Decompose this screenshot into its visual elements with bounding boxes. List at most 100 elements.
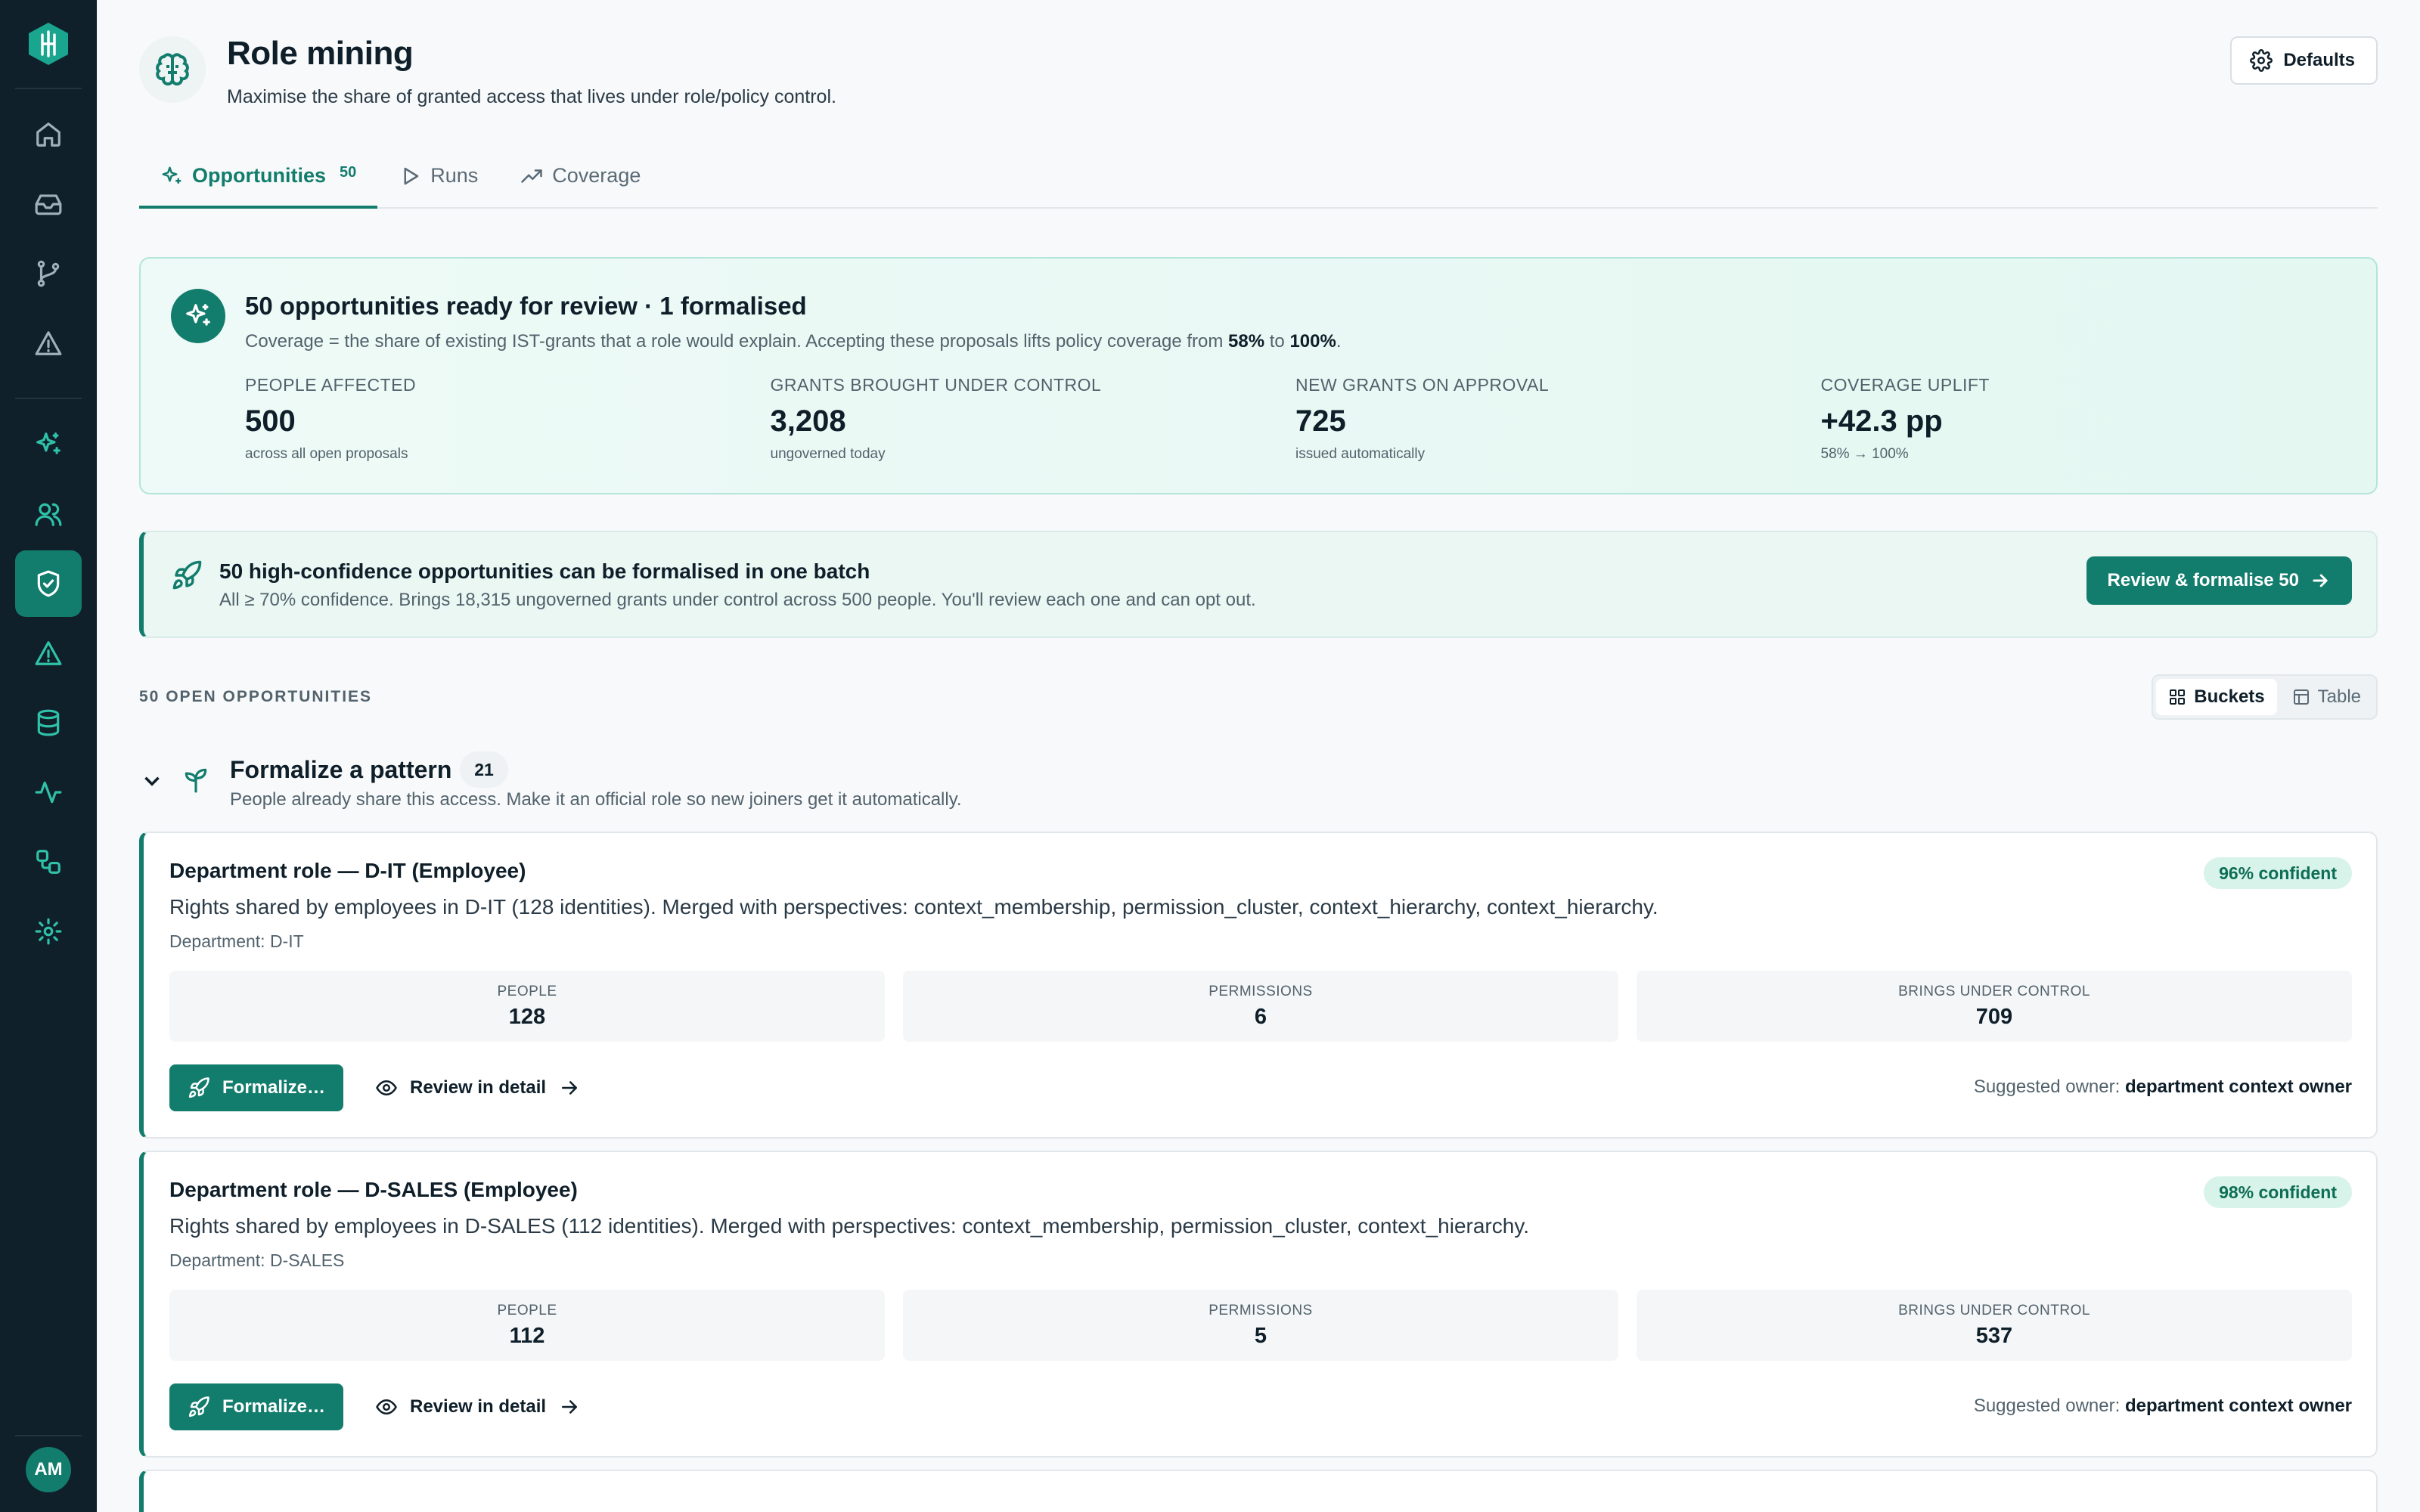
group-formalize-pattern[interactable]: Formalize a pattern 21 People already sh…: [139, 751, 2378, 815]
card-department: Department: D-SALES: [169, 1250, 345, 1270]
opportunity-card: Department role — D-IT (Employee) 96% co…: [139, 832, 2378, 1139]
sparkles-icon: [162, 166, 182, 184]
sidebar-item-insights[interactable]: [15, 411, 82, 478]
git-branch-icon: [37, 260, 60, 287]
summary-description: Coverage = the share of existing IST-gra…: [245, 331, 1342, 352]
formalize-button[interactable]: Formalize…: [169, 1064, 344, 1111]
tab-label: Runs: [430, 164, 479, 187]
suggested-owner: Suggested owner: department context owne…: [1973, 1077, 2352, 1097]
group-title: Formalize a pattern: [230, 756, 452, 783]
page-subtitle: Maximise the share of granted access tha…: [227, 86, 836, 107]
arrow-right-icon: [2313, 574, 2328, 587]
tab-opportunities[interactable]: Opportunities 50: [139, 164, 378, 209]
home-icon: [36, 122, 60, 147]
trending-up-icon: [521, 169, 543, 183]
metric-permissions: PERMISSIONS 6: [903, 971, 1618, 1042]
rocket-icon: [188, 1077, 209, 1098]
gear-icon: [2250, 49, 2273, 72]
view-table-button[interactable]: Table: [2280, 679, 2373, 715]
arrow-right-icon: [562, 1400, 578, 1414]
alert-triangle-icon: [35, 641, 62, 665]
stat-grants-under-control: GRANTS BROUGHT UNDER CONTROL 3,208 ungov…: [770, 375, 1102, 462]
batch-formalise-banner: 50 high-confidence opportunities can be …: [139, 531, 2378, 638]
metric-brings-under-control: BRINGS UNDER CONTROL 709: [1637, 971, 2352, 1042]
sidebar: AM: [0, 0, 97, 1512]
database-icon: [37, 709, 60, 736]
sidebar-divider: [15, 398, 82, 399]
stat-new-grants: NEW GRANTS ON APPROVAL 725 issued automa…: [1295, 375, 1550, 462]
rocket-icon: [171, 559, 203, 595]
summary-stats: PEOPLE AFFECTED 500 across all open prop…: [245, 375, 2346, 463]
app-logo[interactable]: [24, 20, 73, 68]
page-title: Role mining: [227, 35, 414, 72]
sparkles-icon: [171, 289, 225, 343]
users-icon: [35, 503, 62, 526]
coverage-summary-panel: 50 opportunities ready for review · 1 fo…: [139, 257, 2378, 494]
activity-icon: [35, 781, 62, 804]
settings-icon: [35, 918, 62, 945]
view-buckets-button[interactable]: Buckets: [2156, 679, 2277, 715]
sidebar-divider: [15, 1435, 82, 1436]
inbox-icon: [35, 194, 62, 215]
review-detail-link[interactable]: Review in detail: [375, 1064, 581, 1111]
tab-runs[interactable]: Runs: [377, 164, 499, 207]
sidebar-item-inbox[interactable]: [15, 171, 82, 237]
confidence-badge: 98% confident: [2204, 1176, 2352, 1208]
rocket-icon: [188, 1396, 209, 1418]
open-opportunities-header: 50 OPEN OPPORTUNITIES Buckets Table: [139, 674, 2378, 720]
card-description: Rights shared by employees in D-SALES (1…: [169, 1214, 1530, 1238]
suggested-owner: Suggested owner: department context owne…: [1973, 1396, 2352, 1416]
avatar[interactable]: AM: [26, 1447, 71, 1492]
sidebar-item-activity[interactable]: [15, 759, 82, 826]
eye-icon: [376, 1399, 397, 1414]
stat-people-affected: PEOPLE AFFECTED 500 across all open prop…: [245, 375, 417, 462]
defaults-label: Defaults: [2283, 50, 2355, 70]
opportunity-card: Department role — D-SALES (Employee) 98%…: [139, 1151, 2378, 1458]
tab-label: Opportunities: [192, 164, 326, 187]
sidebar-item-branches[interactable]: [15, 240, 82, 307]
grid-icon: [2170, 689, 2186, 705]
warning-icon: [35, 331, 62, 355]
sprout-icon: [185, 768, 207, 793]
page-header: Role mining Maximise the share of grante…: [139, 0, 2378, 129]
workflow-icon: [36, 850, 60, 874]
metric-people: PEOPLE 128: [169, 971, 885, 1042]
formalize-button[interactable]: Formalize…: [169, 1383, 344, 1430]
batch-title: 50 high-confidence opportunities can be …: [219, 559, 870, 583]
stat-coverage-uplift: COVERAGE UPLIFT +42.3 pp 58% → 100%: [1820, 375, 1990, 462]
batch-description: All ≥ 70% confidence. Brings 18,315 ungo…: [219, 590, 1256, 610]
card-department: Department: D-IT: [169, 931, 304, 951]
sidebar-divider: [15, 88, 82, 89]
play-icon: [404, 167, 419, 184]
tab-coverage[interactable]: Coverage: [499, 164, 662, 207]
group-count-badge: 21: [460, 751, 508, 788]
main-content: Role mining Maximise the share of grante…: [139, 0, 2378, 1512]
sidebar-item-identities[interactable]: [15, 481, 82, 547]
opportunity-card: [139, 1470, 2378, 1512]
sidebar-item-data[interactable]: [15, 689, 82, 756]
sidebar-item-home[interactable]: [15, 101, 82, 168]
table-icon: [2293, 689, 2309, 705]
sidebar-item-workflows[interactable]: [15, 829, 82, 895]
metric-people: PEOPLE 112: [169, 1290, 885, 1361]
sidebar-item-risks[interactable]: [15, 620, 82, 686]
sidebar-item-warnings[interactable]: [15, 310, 82, 376]
tab-label: Coverage: [552, 164, 641, 187]
sidebar-item-roles[interactable]: [15, 550, 82, 617]
metric-brings-under-control: BRINGS UNDER CONTROL 537: [1637, 1290, 2352, 1361]
review-detail-link[interactable]: Review in detail: [375, 1383, 581, 1430]
defaults-button[interactable]: Defaults: [2230, 36, 2378, 85]
card-metrics: PEOPLE 128 PERMISSIONS 6 BRINGS UNDER CO…: [169, 971, 2352, 1042]
chevron-down-icon[interactable]: [139, 768, 165, 794]
tab-count-badge: 50: [340, 164, 357, 181]
sparkles-icon: [36, 432, 60, 454]
metric-permissions: PERMISSIONS 5: [903, 1290, 1618, 1361]
eye-icon: [376, 1080, 397, 1095]
review-formalise-button[interactable]: Review & formalise 50: [2086, 556, 2352, 605]
confidence-badge: 96% confident: [2204, 857, 2352, 889]
open-opportunities-label: 50 OPEN OPPORTUNITIES: [139, 688, 373, 705]
shield-check-icon: [37, 570, 60, 597]
group-subtitle: People already share this access. Make i…: [230, 789, 962, 810]
sidebar-item-settings[interactable]: [15, 898, 82, 965]
arrow-right-icon: [562, 1081, 578, 1095]
